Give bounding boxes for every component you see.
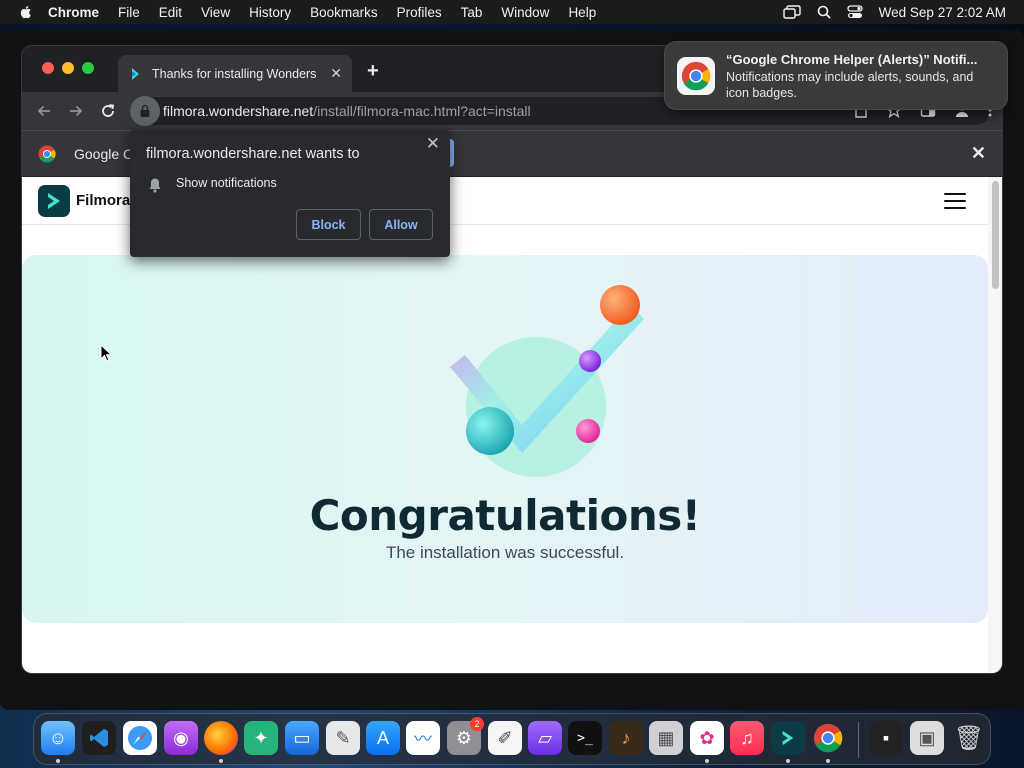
- chrome-app-icon: [677, 57, 715, 95]
- zoom-window-button[interactable]: [82, 62, 94, 74]
- installation-success-text: The installation was successful.: [385, 543, 625, 562]
- notification-body: Notifications may include alerts, sounds…: [726, 70, 974, 100]
- menu-view[interactable]: View: [201, 5, 230, 20]
- mouse-cursor-icon: [100, 344, 112, 362]
- notification-permission-popup: filmora.wondershare.net wants to ✕ Show …: [130, 130, 450, 257]
- url-path: /install/filmora-mac.html?act=install: [313, 103, 531, 119]
- filmora-icon[interactable]: [771, 721, 805, 755]
- app-store-icon[interactable]: A: [366, 721, 400, 755]
- textedit-icon[interactable]: ✐: [488, 721, 522, 755]
- menu-app-name[interactable]: Chrome: [48, 5, 99, 20]
- apple-icon[interactable]: [18, 4, 34, 20]
- menubar-clock[interactable]: Wed Sep 27 2:02 AM: [879, 5, 1006, 20]
- menu-edit[interactable]: Edit: [159, 5, 182, 20]
- hamburger-menu-icon[interactable]: [944, 193, 966, 209]
- finder-running-dot: [56, 759, 60, 763]
- system-notification[interactable]: “Google Chrome Helper (Alerts)” Notifi..…: [664, 41, 1008, 110]
- keynote-icon[interactable]: ▭: [285, 721, 319, 755]
- wondershare-icon[interactable]: ✦: [244, 721, 278, 755]
- filmora-running-dot: [786, 759, 790, 763]
- permission-close-icon[interactable]: ✕: [426, 134, 440, 154]
- collage-icon[interactable]: ✿: [690, 721, 724, 755]
- filmora-logo-icon[interactable]: [38, 185, 70, 217]
- menu-window[interactable]: Window: [501, 5, 549, 20]
- scrollbar[interactable]: [988, 177, 1002, 673]
- reload-icon: [102, 104, 115, 117]
- url-host: filmora.wondershare.net: [163, 103, 314, 119]
- system-settings-icon[interactable]: ⚙ 2: [447, 717, 484, 755]
- preview-icon[interactable]: ✎: [326, 721, 360, 755]
- safari-icon[interactable]: [123, 721, 157, 755]
- lock-icon: [140, 104, 150, 117]
- control-center-icon[interactable]: [847, 5, 863, 19]
- menu-file[interactable]: File: [118, 5, 140, 20]
- arrow-right-icon: [70, 105, 83, 117]
- back-button[interactable]: [34, 101, 54, 121]
- tab-title: Thanks for installing Wonders: [152, 66, 317, 81]
- vscode-icon[interactable]: [82, 721, 116, 755]
- forward-button[interactable]: [66, 101, 86, 121]
- minimize-window-button[interactable]: [62, 62, 74, 74]
- chrome-logo-icon: [38, 145, 56, 163]
- finder-icon[interactable]: ☺: [41, 721, 75, 755]
- allow-button[interactable]: Allow: [369, 209, 433, 240]
- permission-title: filmora.wondershare.net wants to: [146, 146, 360, 162]
- podcasts-icon[interactable]: ◉: [164, 721, 198, 755]
- chrome-icon[interactable]: [811, 721, 845, 755]
- arrow-left-icon: [37, 105, 50, 117]
- menu-bar: Chrome File Edit View History Bookmarks …: [0, 0, 1024, 24]
- site-info-button[interactable]: [130, 96, 160, 126]
- freeform-icon[interactable]: 〰: [406, 721, 440, 755]
- permission-type-label: Show notifications: [176, 176, 277, 190]
- info-bar-close-icon[interactable]: ✕: [971, 143, 986, 164]
- launchpad-icon[interactable]: ▦: [649, 721, 683, 755]
- menu-help[interactable]: Help: [568, 5, 596, 20]
- tab-close-icon[interactable]: ✕: [330, 65, 342, 82]
- close-window-button[interactable]: [42, 62, 54, 74]
- filmora-mark-icon: [48, 193, 60, 209]
- tab-active[interactable]: Thanks for installing Wonders ✕: [118, 55, 352, 92]
- screen-mirroring-icon[interactable]: [782, 5, 801, 19]
- reload-button[interactable]: [98, 101, 118, 121]
- success-checkmark-illustration: [450, 285, 644, 477]
- notification-title: “Google Chrome Helper (Alerts)” Notifi..…: [726, 52, 978, 67]
- hero-banner: Congratulations! The installation was su…: [22, 255, 988, 623]
- site-name[interactable]: Filmora: [76, 192, 130, 209]
- chrome-running-dot: [826, 759, 830, 763]
- trash-icon[interactable]: 🗑: [952, 721, 986, 755]
- firefox-icon[interactable]: [204, 721, 238, 755]
- desktop-icon[interactable]: ▪: [869, 721, 903, 755]
- bell-icon: [149, 178, 161, 193]
- filmora-favicon-icon: [132, 67, 139, 80]
- spotlight-search-icon[interactable]: [817, 5, 831, 19]
- garageband-icon[interactable]: ♪: [609, 721, 643, 755]
- marker-icon[interactable]: ▱: [528, 721, 562, 755]
- menu-profiles[interactable]: Profiles: [397, 5, 442, 20]
- menu-tab[interactable]: Tab: [461, 5, 483, 20]
- block-button[interactable]: Block: [296, 209, 361, 240]
- info-bar-text: Google C: [74, 145, 134, 162]
- new-tab-button[interactable]: +: [367, 60, 379, 83]
- dock-separator: [858, 722, 859, 758]
- screenshot-icon[interactable]: ▣: [910, 721, 944, 755]
- congratulations-heading: Congratulations!: [309, 491, 701, 540]
- collage-running-dot: [705, 759, 709, 763]
- menu-bookmarks[interactable]: Bookmarks: [310, 5, 378, 20]
- firefox-running-dot: [219, 759, 223, 763]
- scrollbar-thumb[interactable]: [992, 181, 999, 289]
- terminal-icon[interactable]: >_: [568, 721, 602, 755]
- music-icon[interactable]: ♫: [730, 721, 764, 755]
- settings-badge: 2: [470, 717, 484, 731]
- menu-history[interactable]: History: [249, 5, 291, 20]
- dock: ☺ ◉ ✦ ▭ ✎ A 〰 ⚙ 2 ✐ ▱ >_ ♪ ▦ ✿ ♫ ▪ ▣ 🗑: [33, 713, 991, 765]
